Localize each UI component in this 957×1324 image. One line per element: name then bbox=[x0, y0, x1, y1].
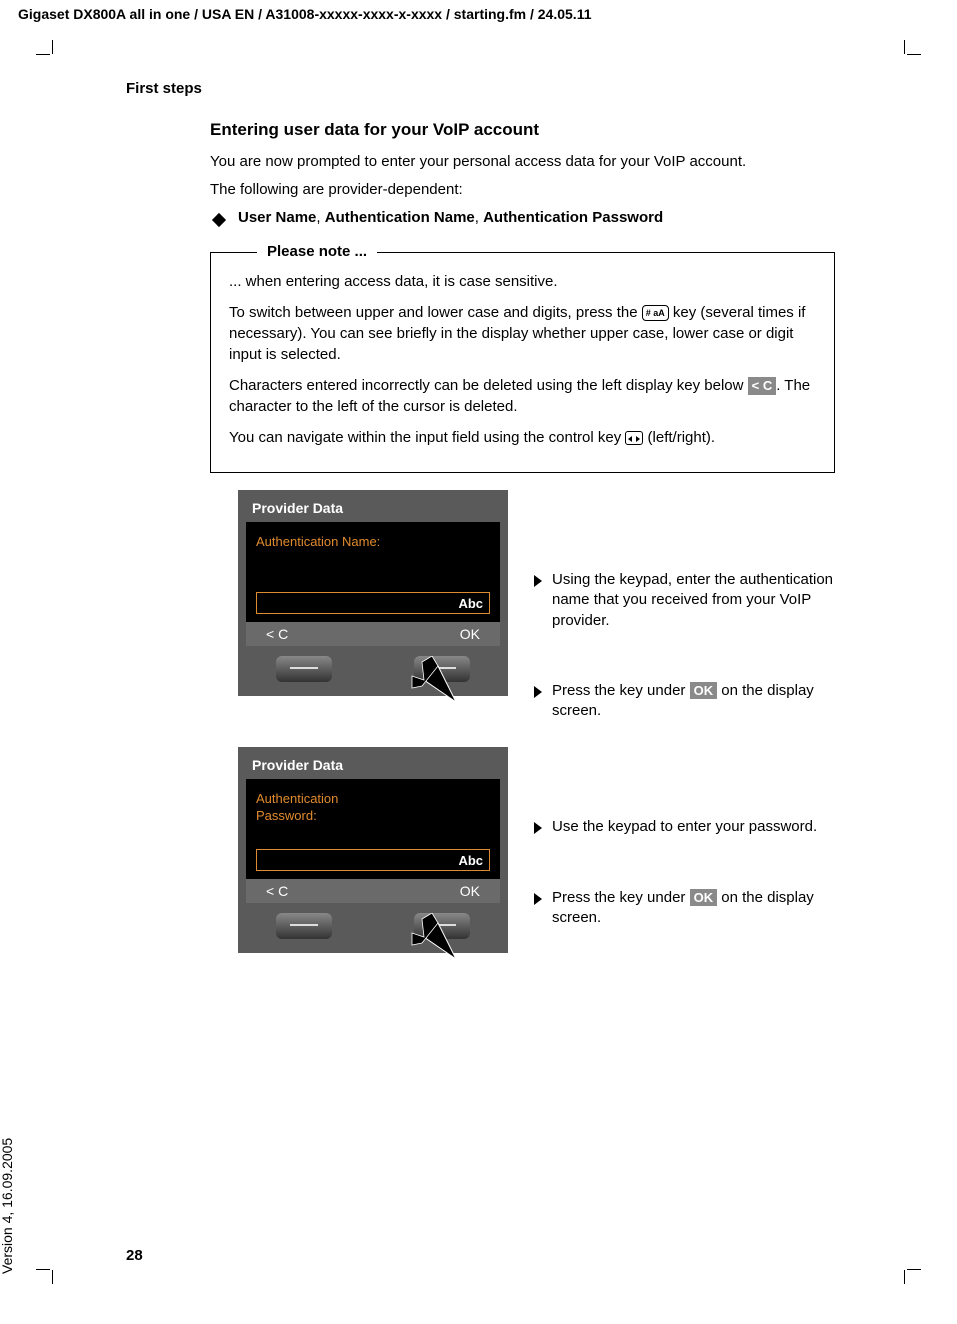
note-legend: Please note ... bbox=[257, 241, 377, 262]
instruction-column: Use the keypad to enter your password. P… bbox=[534, 747, 834, 928]
crop-mark bbox=[907, 54, 921, 55]
input-mode-indicator: Abc bbox=[458, 596, 483, 611]
field-label-auth-name: Authentication Name: bbox=[256, 534, 490, 551]
triangle-bullet-icon bbox=[534, 893, 542, 905]
subheading: Entering user data for your VoIP account bbox=[210, 120, 835, 140]
note-p4: You can navigate within the input field … bbox=[229, 427, 816, 448]
ok-badge-icon: OK bbox=[690, 889, 718, 907]
softkey-bar: < C OK bbox=[246, 622, 500, 646]
softkey-left-label: < C bbox=[266, 883, 288, 899]
hardware-button-area bbox=[246, 646, 500, 696]
crop-mark bbox=[52, 40, 53, 54]
screen-row-2: Provider Data Authentication Password: A… bbox=[238, 747, 848, 953]
phone-screen-2: Provider Data Authentication Password: A… bbox=[238, 747, 508, 953]
note-p1: ... when entering access data, it is cas… bbox=[229, 271, 816, 292]
screen-row-1: Provider Data Authentication Name: Abc <… bbox=[238, 490, 848, 721]
page-number: 28 bbox=[126, 1247, 143, 1264]
instruction-text: Press the key under OK on the display sc… bbox=[552, 888, 834, 929]
crop-mark bbox=[904, 1270, 905, 1284]
screen-body: Authentication Name: Abc bbox=[246, 522, 500, 622]
screen-frame: Provider Data Authentication Name: Abc <… bbox=[238, 490, 508, 696]
version-label: Version 4, 16.09.2005 bbox=[0, 1138, 15, 1274]
crop-mark bbox=[904, 40, 905, 54]
instruction-item: Use the keypad to enter your password. bbox=[534, 817, 834, 837]
crop-mark bbox=[36, 54, 50, 55]
triangle-bullet-icon bbox=[534, 575, 542, 587]
screen-title: Provider Data bbox=[252, 757, 500, 773]
instruction-text: Use the keypad to enter your password. bbox=[552, 817, 817, 837]
field-label-auth-password-1: Authentication bbox=[256, 791, 490, 808]
softkey-right-label: OK bbox=[460, 883, 480, 899]
term-auth-name: Authentication Name bbox=[325, 209, 475, 226]
screen-body: Authentication Password: Abc bbox=[246, 779, 500, 879]
softkey-right-label: OK bbox=[460, 626, 480, 642]
delete-badge-icon: < C bbox=[748, 377, 777, 395]
hash-key-icon: # aA bbox=[642, 305, 669, 321]
nav-key-icon bbox=[625, 431, 643, 445]
note-p2a: To switch between upper and lower case a… bbox=[229, 304, 642, 321]
note-p4a: You can navigate within the input field … bbox=[229, 429, 625, 446]
hardware-button-area bbox=[246, 903, 500, 953]
note-p3: Characters entered incorrectly can be de… bbox=[229, 375, 816, 417]
phone-screen-1: Provider Data Authentication Name: Abc <… bbox=[238, 490, 508, 696]
crop-mark bbox=[907, 1269, 921, 1270]
intro-paragraph-1: You are now prompted to enter your perso… bbox=[210, 152, 835, 172]
diamond-bullet-icon bbox=[212, 212, 226, 226]
text-input-field[interactable]: Abc bbox=[256, 592, 490, 614]
note-p2: To switch between upper and lower case a… bbox=[229, 302, 816, 365]
instr-text-a: Press the key under bbox=[552, 889, 690, 906]
note-box: Please note ... ... when entering access… bbox=[210, 252, 835, 473]
screen-title: Provider Data bbox=[252, 500, 500, 516]
note-p4b: (left/right). bbox=[643, 429, 715, 446]
softkey-left-label: < C bbox=[266, 626, 288, 642]
screens-area: Provider Data Authentication Name: Abc <… bbox=[238, 490, 848, 979]
triangle-bullet-icon bbox=[534, 822, 542, 834]
note-p3a: Characters entered incorrectly can be de… bbox=[229, 377, 748, 394]
left-softkey-button[interactable] bbox=[276, 913, 332, 939]
intro-paragraph-2: The following are provider-dependent: bbox=[210, 180, 835, 200]
softkey-bar: < C OK bbox=[246, 879, 500, 903]
doc-header: Gigaset DX800A all in one / USA EN / A31… bbox=[18, 6, 592, 22]
term-user-name: User Name bbox=[238, 209, 316, 226]
left-softkey-button[interactable] bbox=[276, 656, 332, 682]
bullet-text: User Name, Authentication Name, Authenti… bbox=[238, 209, 663, 226]
term-auth-password: Authentication Password bbox=[483, 209, 663, 226]
crop-mark bbox=[36, 1269, 50, 1270]
sep: , bbox=[475, 209, 483, 226]
section-title: First steps bbox=[126, 80, 202, 97]
instr-text-a: Press the key under bbox=[552, 682, 690, 699]
instruction-column: Using the keypad, enter the authenticati… bbox=[534, 490, 834, 721]
text-input-field[interactable]: Abc bbox=[256, 849, 490, 871]
triangle-bullet-icon bbox=[534, 686, 542, 698]
screen-frame: Provider Data Authentication Password: A… bbox=[238, 747, 508, 953]
pointer-arrow-icon bbox=[410, 656, 458, 704]
instruction-item: Press the key under OK on the display sc… bbox=[534, 681, 834, 722]
instruction-text: Using the keypad, enter the authenticati… bbox=[552, 570, 834, 631]
pointer-arrow-icon bbox=[410, 913, 458, 961]
ok-badge-icon: OK bbox=[690, 682, 718, 700]
instruction-text: Press the key under OK on the display sc… bbox=[552, 681, 834, 722]
input-mode-indicator: Abc bbox=[458, 853, 483, 868]
instruction-item: Using the keypad, enter the authenticati… bbox=[534, 570, 834, 631]
crop-mark bbox=[52, 1270, 53, 1284]
field-label-auth-password-2: Password: bbox=[256, 808, 490, 825]
sep: , bbox=[316, 209, 324, 226]
content-block: Entering user data for your VoIP account… bbox=[210, 120, 835, 473]
bullet-item: User Name, Authentication Name, Authenti… bbox=[210, 209, 835, 226]
instruction-item: Press the key under OK on the display sc… bbox=[534, 888, 834, 929]
